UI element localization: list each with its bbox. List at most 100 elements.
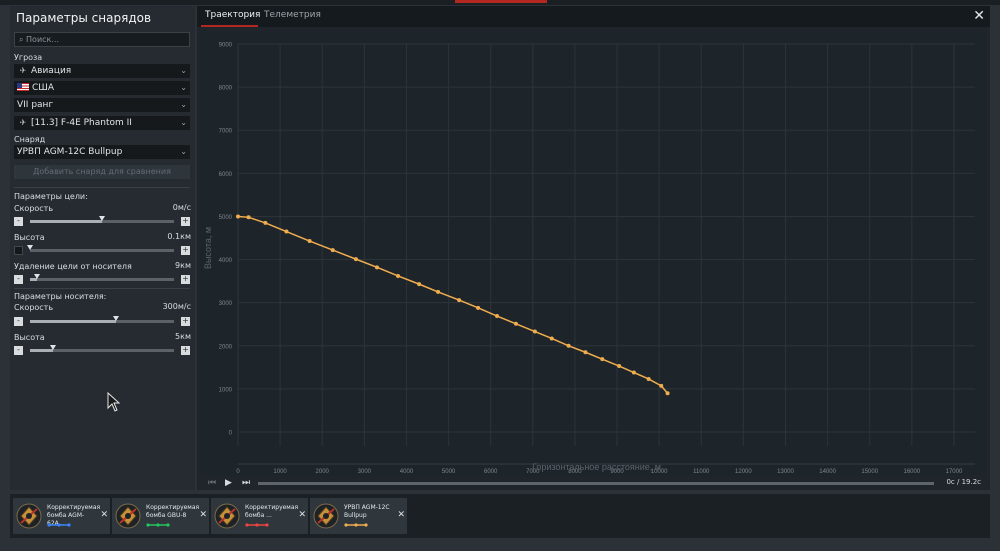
carrier-section-label: Параметры носителя: bbox=[14, 292, 107, 301]
us-flag-icon bbox=[17, 83, 29, 91]
x-tick-label: 3000 bbox=[358, 469, 372, 475]
slider-thumb[interactable] bbox=[27, 245, 33, 250]
divider bbox=[14, 187, 190, 188]
plus-button[interactable]: + bbox=[181, 217, 190, 226]
remove-icon[interactable]: ✕ bbox=[298, 510, 306, 520]
search-placeholder: Поиск... bbox=[26, 35, 59, 44]
comparison-card[interactable]: Корректируемая бомба AGM-62A... ✕ bbox=[13, 498, 110, 534]
x-tick-label: 6000 bbox=[484, 469, 498, 475]
remove-icon[interactable]: ✕ bbox=[397, 510, 405, 520]
threat-type-select[interactable]: ✈ Авиация ⌄ bbox=[14, 64, 190, 78]
chart-svg: 0 1000 2000 3000 4000 5000 6000 7000 8000 9000 0 10… bbox=[203, 43, 975, 475]
target-speed-value: 0м/с bbox=[172, 203, 191, 212]
plus-button[interactable]: + bbox=[181, 246, 190, 255]
carrier-altitude-slider[interactable]: - + bbox=[14, 345, 190, 356]
slider-track[interactable] bbox=[30, 274, 174, 281]
slider-thumb[interactable] bbox=[113, 316, 120, 321]
trajectory-point bbox=[600, 357, 605, 362]
target-speed-label: Скорость bbox=[14, 204, 54, 213]
trajectory-point bbox=[330, 248, 335, 253]
trajectory-point bbox=[476, 305, 481, 310]
active-tab-indicator bbox=[201, 25, 258, 27]
y-tick-label: 3000 bbox=[219, 301, 233, 307]
x-tick-label: 2000 bbox=[316, 469, 330, 475]
plus-button[interactable]: + bbox=[181, 346, 190, 355]
x-tick-label: 5000 bbox=[442, 469, 456, 475]
comparison-card[interactable]: Корректируемая бомба ... ✕ bbox=[211, 498, 308, 534]
trajectory-point bbox=[566, 343, 571, 348]
series-color-marker bbox=[344, 523, 368, 527]
minus-button[interactable]: - bbox=[14, 217, 23, 226]
y-axis-label: Высота, м bbox=[203, 227, 213, 269]
y-tick-label: 5000 bbox=[219, 215, 233, 221]
slider-track[interactable] bbox=[27, 245, 174, 252]
slider-track[interactable] bbox=[30, 316, 174, 323]
trajectory-chart: 0 1000 2000 3000 4000 5000 6000 7000 8000 9000 0 10… bbox=[200, 30, 987, 475]
timeline-scrubber[interactable] bbox=[258, 482, 934, 485]
target-distance-slider[interactable]: - + bbox=[14, 274, 190, 285]
tab-trajectory[interactable]: Траектория bbox=[205, 10, 260, 20]
minus-button[interactable]: - bbox=[14, 346, 23, 355]
emblem-icon bbox=[115, 503, 141, 529]
x-tick-label: 15000 bbox=[861, 469, 878, 475]
carrier-altitude-label: Высота bbox=[14, 333, 45, 342]
plus-button[interactable]: + bbox=[181, 275, 190, 284]
comparison-card[interactable]: УРВП AGM-12C Bullpup ✕ bbox=[310, 498, 407, 534]
trajectory-point bbox=[374, 265, 379, 270]
playback-controls: ⏮ ▶ ⏭ 0с / 19.2с bbox=[200, 477, 987, 489]
carrier-speed-value: 300м/с bbox=[162, 302, 191, 311]
target-section-label: Параметры цели: bbox=[14, 192, 88, 201]
plus-button[interactable]: + bbox=[181, 317, 190, 326]
slider-fill bbox=[30, 320, 117, 323]
vehicle-value: [11.3] F-4E Phantom II bbox=[31, 118, 132, 128]
slider-track[interactable] bbox=[30, 216, 174, 223]
slider-thumb[interactable] bbox=[99, 216, 105, 221]
close-icon[interactable]: ✕ bbox=[973, 8, 985, 24]
trajectory-point bbox=[236, 214, 240, 219]
trajectory-point bbox=[436, 289, 441, 294]
trajectory-point bbox=[284, 229, 289, 234]
panel-title: Параметры снарядов bbox=[16, 11, 152, 25]
skip-forward-icon[interactable]: ⏭ bbox=[242, 477, 250, 489]
comparison-card-name: Корректируемая бомба GBU-8 bbox=[146, 504, 200, 519]
top-accent bbox=[455, 0, 547, 3]
comparison-strip: Корректируемая бомба AGM-62A... ✕ Корректи… bbox=[10, 494, 990, 538]
search-input[interactable]: ⌕ Поиск... bbox=[14, 32, 190, 47]
trajectory-point bbox=[353, 257, 358, 262]
rank-select[interactable]: VII ранг ⌄ bbox=[14, 98, 190, 112]
shell-select[interactable]: УРВП AGM-12C Bullpup ⌄ bbox=[14, 145, 190, 159]
minus-button[interactable]: - bbox=[14, 275, 23, 284]
trajectory-point bbox=[417, 282, 422, 287]
carrier-speed-slider[interactable]: - + bbox=[14, 316, 190, 327]
remove-icon[interactable]: ✕ bbox=[100, 510, 108, 520]
trajectory-point bbox=[631, 370, 636, 375]
target-altitude-slider[interactable]: + bbox=[14, 245, 190, 256]
y-tick-label: 9000 bbox=[219, 43, 233, 49]
minus-button[interactable]: - bbox=[14, 317, 23, 326]
vehicle-select[interactable]: ✈ [11.3] F-4E Phantom II ⌄ bbox=[14, 116, 190, 130]
y-tick-label: 7000 bbox=[219, 129, 233, 135]
emblem-icon bbox=[313, 503, 339, 529]
trajectory-point bbox=[617, 364, 622, 369]
remove-icon[interactable]: ✕ bbox=[199, 510, 207, 520]
country-select[interactable]: США ⌄ bbox=[14, 81, 190, 95]
x-tick-label: 17000 bbox=[946, 469, 963, 475]
slider-fill bbox=[30, 220, 102, 223]
slider-track[interactable] bbox=[30, 345, 174, 352]
altitude-checkbox[interactable] bbox=[14, 246, 23, 255]
play-icon[interactable]: ▶ bbox=[225, 477, 232, 489]
skip-back-icon[interactable]: ⏮ bbox=[208, 477, 216, 489]
threat-label: Угроза bbox=[14, 53, 43, 62]
slider-thumb[interactable] bbox=[50, 345, 57, 350]
x-tick-label: 0 bbox=[236, 469, 240, 475]
y-tick-label: 8000 bbox=[219, 86, 233, 92]
target-speed-slider[interactable]: - + bbox=[14, 216, 190, 227]
chevron-down-icon: ⌄ bbox=[180, 147, 187, 156]
add-shell-button[interactable]: Добавить снаряд для сравнения bbox=[14, 165, 190, 179]
chevron-down-icon: ⌄ bbox=[180, 83, 187, 92]
slider-thumb[interactable] bbox=[34, 274, 41, 279]
comparison-card[interactable]: Корректируемая бомба GBU-8 ✕ bbox=[112, 498, 209, 534]
chart-panel: Траектория Телеметрия ✕ 0 1000 2000 3000 400… bbox=[197, 6, 990, 490]
emblem-icon bbox=[16, 503, 42, 529]
tab-telemetry[interactable]: Телеметрия bbox=[264, 10, 321, 20]
